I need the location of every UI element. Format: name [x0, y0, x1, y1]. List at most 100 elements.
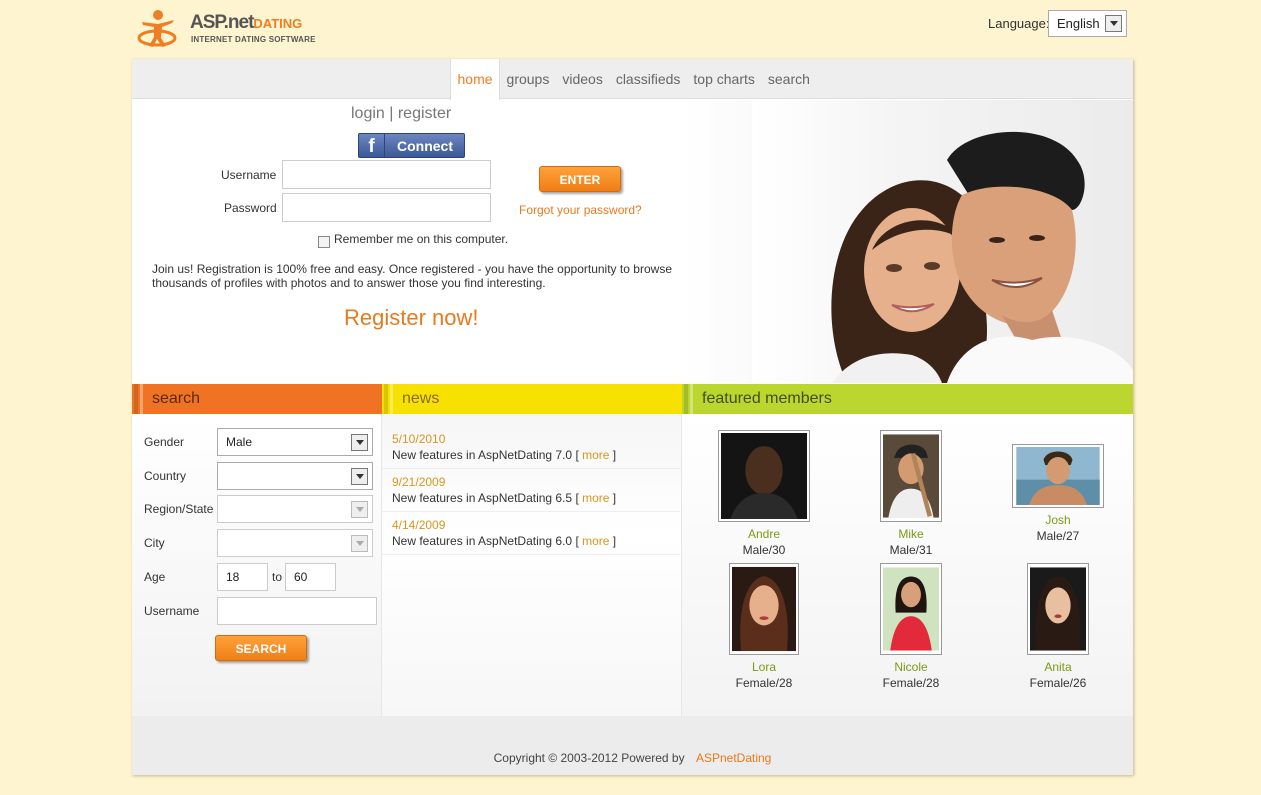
news-panel: 5/10/2010 New features in AspNetDating 7…	[382, 414, 682, 716]
age-from-input[interactable]: 18	[217, 563, 268, 591]
nav-item-home[interactable]: home	[450, 59, 501, 100]
news-item: 5/10/2010 New features in AspNetDating 7…	[382, 426, 680, 469]
news-more-link[interactable]: more	[582, 491, 609, 505]
member-info: Female/28	[735, 676, 793, 690]
country-select[interactable]	[217, 462, 373, 490]
age-to-label: to	[272, 570, 283, 584]
main-container: home groups videos classifieds top chart…	[132, 59, 1133, 775]
nav-item-classifieds[interactable]: classifieds	[609, 59, 687, 99]
member-photo[interactable]	[1012, 444, 1104, 508]
chevron-down-icon	[351, 501, 368, 518]
news-more-link[interactable]: more	[582, 534, 609, 548]
join-description: Join us! Registration is 100% free and e…	[152, 262, 672, 290]
username-label: Username	[221, 168, 277, 182]
news-item: 4/14/2009 New features in AspNetDating 6…	[382, 512, 680, 555]
member-photo[interactable]	[729, 563, 799, 655]
member-info: Male/30	[742, 543, 786, 557]
member-photo[interactable]	[1027, 563, 1089, 655]
news-date: 5/10/2010	[392, 432, 446, 446]
logo-subtitle: INTERNET DATING SOFTWARE	[191, 35, 316, 44]
news-title: New features in AspNetDating 6.5 [ more …	[392, 491, 617, 505]
forgot-password-link[interactable]: Forgot your password?	[519, 203, 642, 217]
gender-label: Gender	[144, 435, 185, 449]
member-name[interactable]: Nicole	[856, 660, 966, 674]
member-photo[interactable]	[718, 430, 810, 522]
age-from-value: 18	[226, 570, 240, 584]
member-photo[interactable]	[880, 430, 942, 522]
news-title: New features in AspNetDating 7.0 [ more …	[392, 448, 617, 462]
remember-me-checkbox[interactable]	[318, 236, 330, 248]
member-photo[interactable]	[880, 563, 942, 655]
country-label: Country	[144, 469, 187, 483]
facebook-connect-label: Connect	[397, 138, 453, 154]
nav-item-search[interactable]: search	[761, 59, 816, 99]
facebook-connect-button[interactable]: f Connect	[358, 133, 465, 158]
register-now-link[interactable]: Register now!	[344, 305, 479, 331]
top-nav: home groups videos classifieds top chart…	[132, 59, 1133, 100]
member-name[interactable]: Mike	[856, 527, 966, 541]
nav-item-groups[interactable]: groups	[500, 59, 556, 99]
featured-member-lora[interactable]: Lora Female/28	[709, 563, 819, 690]
gender-value: Male	[226, 435, 253, 449]
news-section-header: news	[382, 384, 682, 414]
nav-item-top-charts[interactable]: top charts	[687, 59, 761, 99]
member-name[interactable]: Andre	[709, 527, 819, 541]
quick-search-panel: Gender Male Country Region/State City Ag…	[132, 414, 382, 716]
age-to-input[interactable]: 60	[285, 563, 336, 591]
language-select[interactable]: English	[1048, 10, 1127, 37]
chevron-down-icon[interactable]	[1105, 15, 1122, 32]
password-field[interactable]	[282, 193, 491, 222]
powered-by-link[interactable]: ASPnetDating	[696, 751, 771, 765]
age-to-value: 60	[294, 570, 308, 584]
news-item: 9/21/2009 New features in AspNetDating 6…	[382, 469, 680, 512]
nav-item-videos[interactable]: videos	[556, 59, 609, 99]
news-date: 4/14/2009	[392, 518, 446, 532]
news-more-link[interactable]: more	[582, 448, 609, 462]
news-date: 9/21/2009	[392, 475, 446, 489]
logo-text: ASP.netDATING	[190, 12, 303, 33]
member-name[interactable]: Lora	[709, 660, 819, 674]
search-section-header: search	[132, 384, 382, 414]
member-info: Female/26	[1029, 676, 1087, 690]
password-label: Password	[224, 201, 277, 215]
language-label: Language:	[988, 16, 1050, 31]
site-logo[interactable]: ASP.netDATING INTERNET DATING SOFTWARE	[136, 8, 315, 50]
news-title: New features in AspNetDating 6.0 [ more …	[392, 534, 617, 548]
logo-figure-icon	[137, 10, 177, 47]
remember-me-label: Remember me on this computer.	[334, 232, 509, 246]
member-name[interactable]: Josh	[1003, 513, 1113, 527]
featured-member-josh[interactable]: Josh Male/27	[1003, 444, 1113, 543]
age-label: Age	[144, 570, 166, 584]
footer-text: Copyright © 2003-2012 Powered by ASPnetD…	[132, 751, 1133, 765]
search-username-field[interactable]	[217, 597, 377, 625]
username-field[interactable]	[282, 160, 491, 189]
chevron-down-icon	[351, 535, 368, 552]
hero-section: login | register f Connect Username Pass…	[132, 100, 1133, 383]
login-register-title[interactable]: login | register	[351, 105, 451, 123]
member-info: Male/27	[1036, 529, 1080, 543]
search-button[interactable]: SEARCH	[215, 635, 307, 661]
member-name[interactable]: Anita	[1003, 660, 1113, 674]
chevron-down-icon[interactable]	[351, 434, 368, 451]
member-info: Female/28	[882, 676, 940, 690]
region-select[interactable]	[217, 495, 373, 523]
featured-member-mike[interactable]: Mike Male/31	[856, 430, 966, 557]
featured-section-header: featured members	[682, 384, 1133, 414]
chevron-down-icon[interactable]	[351, 468, 368, 485]
city-select[interactable]	[217, 529, 373, 557]
gender-select[interactable]: Male	[217, 428, 373, 456]
featured-member-andre[interactable]: Andre Male/30	[709, 430, 819, 557]
footer: Copyright © 2003-2012 Powered by ASPnetD…	[132, 716, 1133, 775]
hero-couple-image	[752, 100, 1133, 383]
featured-member-anita[interactable]: Anita Female/26	[1003, 563, 1113, 690]
featured-member-nicole[interactable]: Nicole Female/28	[856, 563, 966, 690]
copyright-text: Copyright © 2003-2012 Powered by	[493, 751, 685, 765]
featured-members-panel: Andre Male/30 Mike Male/31 Josh Male/27 …	[682, 414, 1133, 716]
search-username-label: Username	[144, 604, 200, 618]
city-label: City	[144, 536, 165, 550]
enter-button[interactable]: ENTER	[539, 166, 621, 192]
language-value: English	[1057, 16, 1100, 31]
facebook-icon: f	[359, 134, 385, 157]
member-info: Male/31	[889, 543, 933, 557]
region-label: Region/State	[144, 502, 214, 516]
